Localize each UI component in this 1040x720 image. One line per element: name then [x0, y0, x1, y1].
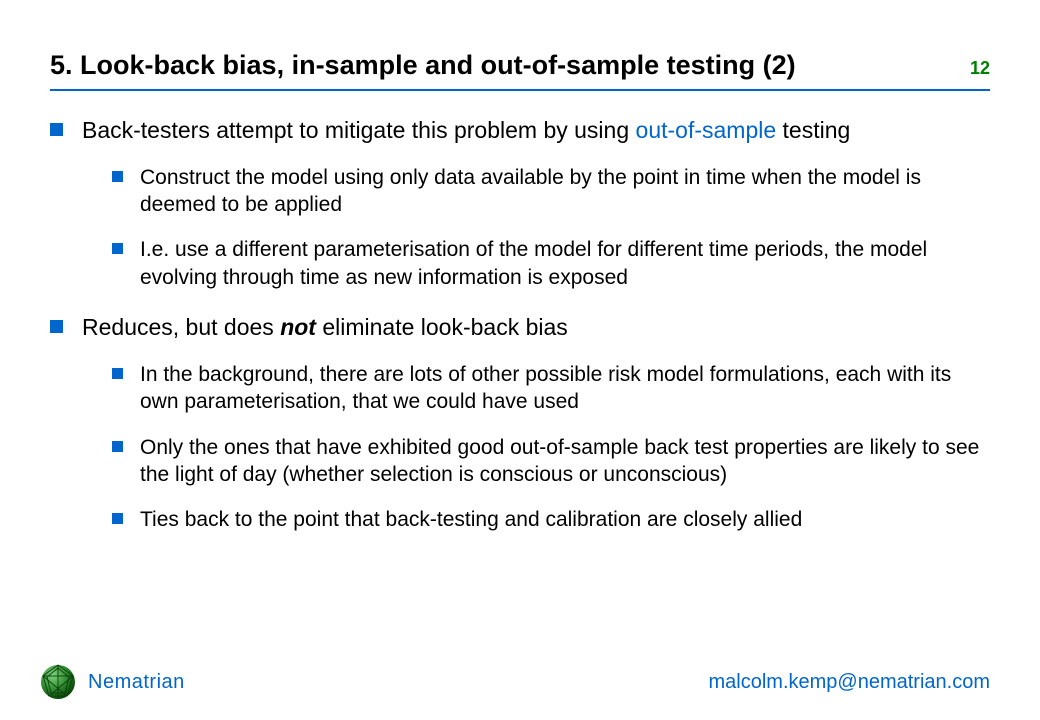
contact-email: malcolm.kemp@nematrian.com [709, 671, 991, 694]
bullet-2: Reduces, but does not eliminate look-bac… [50, 313, 990, 533]
page-number: 12 [970, 58, 990, 79]
bullet-2-sub-2: Only the ones that have exhibited good o… [112, 434, 990, 489]
bullet-1-text-after: testing [776, 117, 850, 143]
bullet-2-sub-3: Ties back to the point that back-testing… [112, 506, 990, 533]
title-divider [50, 89, 990, 91]
slide-title: 5. Look-back bias, in-sample and out-of-… [50, 50, 796, 81]
bullet-1-highlight: out-of-sample [636, 117, 777, 143]
header: 5. Look-back bias, in-sample and out-of-… [50, 50, 990, 81]
bullet-2-text-after: eliminate look-back bias [316, 314, 568, 340]
brand-logo-icon [38, 662, 78, 702]
slide: 5. Look-back bias, in-sample and out-of-… [0, 0, 1040, 720]
brand: Nematrian [38, 662, 185, 702]
bullet-2-emph: not [280, 314, 316, 340]
bullet-2-sub-1: In the background, there are lots of oth… [112, 361, 990, 416]
bullet-2-text-before: Reduces, but does [82, 314, 280, 340]
bullet-1: Back-testers attempt to mitigate this pr… [50, 116, 990, 291]
content: Back-testers attempt to mitigate this pr… [50, 116, 990, 533]
footer: Nematrian malcolm.kemp@nematrian.com [38, 662, 990, 702]
bullet-1-text-before: Back-testers attempt to mitigate this pr… [82, 117, 636, 143]
bullet-1-sub-1: Construct the model using only data avai… [112, 164, 990, 219]
brand-name: Nematrian [88, 671, 185, 694]
bullet-1-sub-2: I.e. use a different parameterisation of… [112, 236, 990, 291]
